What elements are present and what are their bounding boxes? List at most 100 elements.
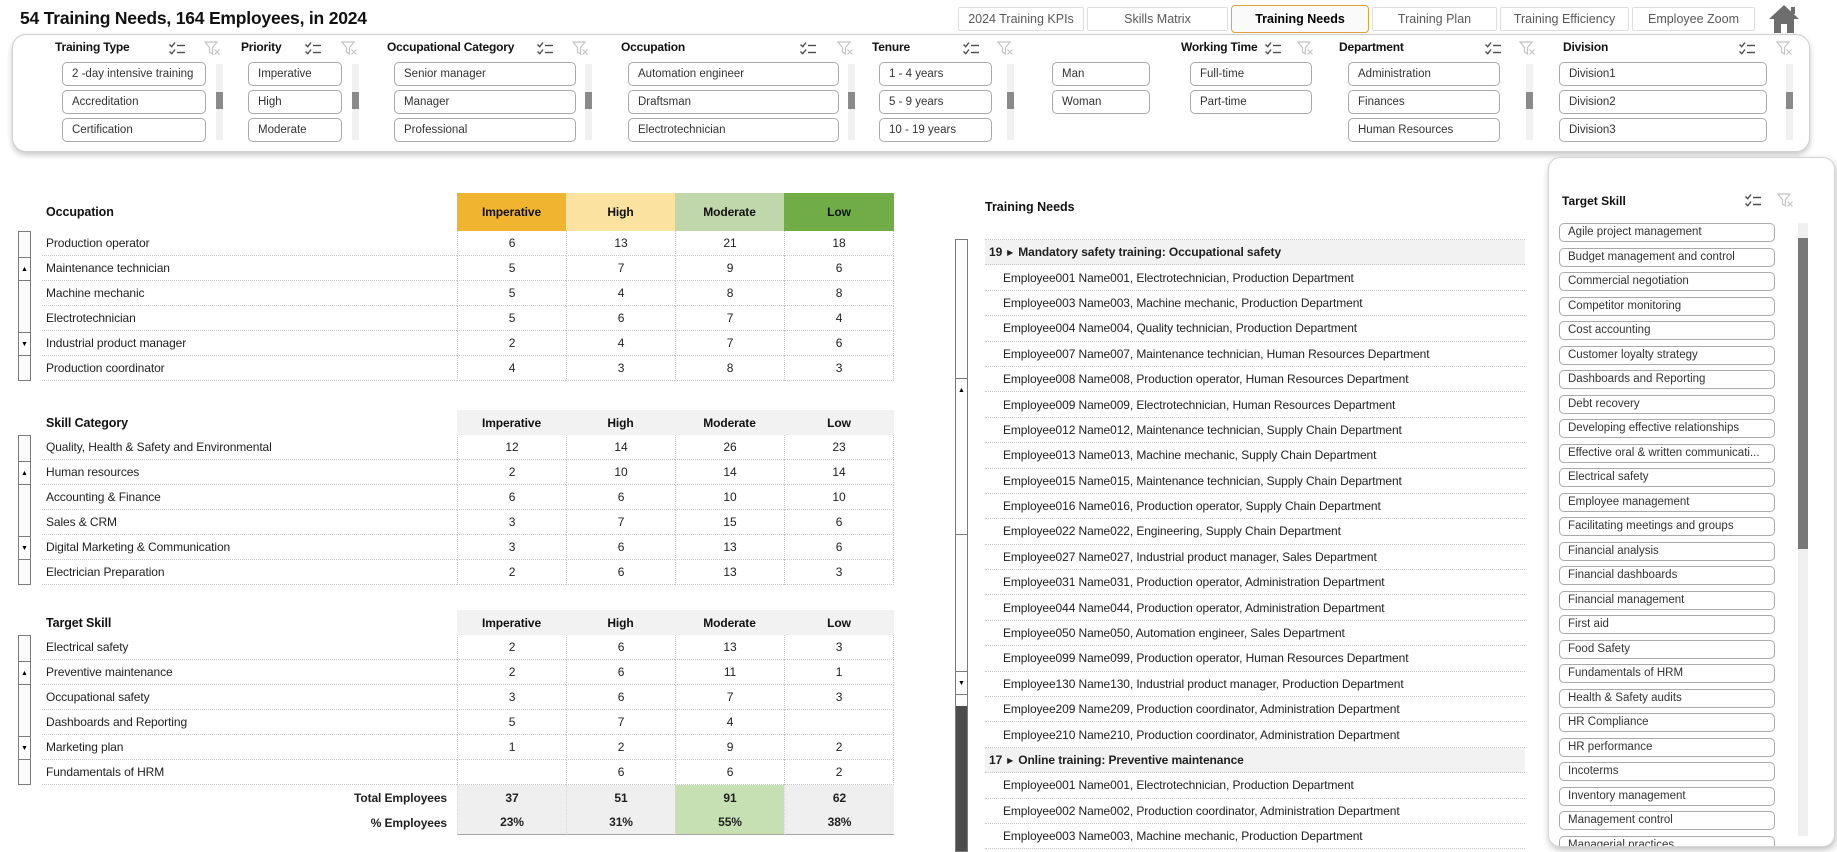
target-skill-item[interactable]: Cost accounting	[1559, 321, 1775, 340]
clear-filter-icon[interactable]	[996, 41, 1015, 57]
slicer-item-occupational-category[interactable]: Professional	[394, 118, 576, 142]
target-skill-item[interactable]: First aid	[1559, 615, 1775, 634]
multi-select-icon[interactable]	[536, 41, 554, 57]
target-skill-item[interactable]: HR performance	[1559, 737, 1775, 757]
employee-row[interactable]: Employee044 Name044, Production operator…	[985, 595, 1525, 621]
scroll-down-button[interactable]: ▼	[19, 332, 30, 356]
employee-row[interactable]: Employee130 Name130, Industrial product …	[985, 672, 1525, 698]
target-skill-scrollbar[interactable]	[1798, 223, 1808, 836]
target-skill-table-scrollbar[interactable]: ▲ ▼	[18, 635, 31, 785]
employee-row[interactable]: Employee003 Name003, Machine mechanic, P…	[985, 824, 1525, 850]
tab-training-needs[interactable]: Training Needs	[1231, 5, 1369, 33]
multi-select-icon[interactable]	[168, 41, 186, 57]
target-skill-item[interactable]: Debt recovery	[1559, 394, 1775, 414]
employee-row[interactable]: Employee022 Name022, Engineering, Supply…	[985, 519, 1525, 545]
scroll-up-button[interactable]: ▲	[19, 461, 30, 485]
slicer-item-priority[interactable]: High	[248, 90, 342, 114]
employee-row[interactable]: Employee008 Name008, Production operator…	[985, 367, 1525, 393]
training-group-header[interactable]: 17 ▶ Online training: Preventive maintenan…	[985, 747, 1525, 774]
slicer-item-division[interactable]: Division2	[1559, 90, 1767, 114]
slicer-item-gender[interactable]: Woman	[1052, 90, 1150, 114]
target-skill-item[interactable]: HR Compliance	[1559, 713, 1775, 732]
clear-filter-icon[interactable]	[340, 41, 359, 57]
slicer-item-tenure[interactable]: 1 - 4 years	[879, 62, 992, 86]
employee-row[interactable]: Employee002 Name002, Production coordina…	[985, 799, 1525, 824]
employee-row[interactable]: Employee009 Name009, Electrotechnician, …	[985, 392, 1525, 418]
slicer-item-occupation[interactable]: Electrotechnician	[628, 118, 839, 142]
target-skill-item[interactable]: Developing effective relationships	[1559, 419, 1775, 438]
employee-row[interactable]: Employee210 Name210, Production coordina…	[985, 722, 1525, 748]
scrollbar-thumb[interactable]	[1007, 92, 1014, 109]
scrollbar-thumb[interactable]	[585, 92, 592, 109]
employee-row[interactable]: Employee007 Name007, Maintenance technic…	[985, 342, 1525, 367]
employee-row[interactable]: Employee209 Name209, Production coordina…	[985, 697, 1525, 723]
clear-filter-icon[interactable]	[571, 41, 590, 57]
slicer-item-priority[interactable]: Moderate	[248, 118, 342, 142]
employee-row[interactable]: Employee016 Name016, Production operator…	[985, 494, 1525, 520]
target-skill-item[interactable]: Health & Safety audits	[1559, 688, 1775, 708]
slicer-item-occupational-category[interactable]: Manager	[394, 90, 576, 114]
multi-select-icon[interactable]	[304, 41, 322, 57]
slicer-item-department[interactable]: Human Resources	[1348, 118, 1500, 142]
slicer-item-working-time[interactable]: Full-time	[1190, 62, 1312, 86]
scroll-down-button[interactable]: ▼	[956, 671, 967, 695]
slicer-scrollbar[interactable]	[352, 64, 359, 140]
employee-row[interactable]: Employee012 Name012, Maintenance technic…	[985, 418, 1525, 444]
scroll-down-button[interactable]: ▼	[19, 536, 30, 560]
multi-select-icon[interactable]	[1738, 41, 1756, 57]
target-skill-item[interactable]: Employee management	[1559, 492, 1775, 512]
clear-filter-icon[interactable]	[1296, 41, 1315, 57]
slicer-item-occupation[interactable]: Draftsman	[628, 90, 839, 114]
slicer-item-division[interactable]: Division1	[1559, 62, 1767, 86]
slicer-item-training-type[interactable]: 2 -day intensive training	[62, 62, 206, 86]
target-skill-item[interactable]: Fundamentals of HRM	[1559, 664, 1775, 683]
target-skill-item[interactable]: Customer loyalty strategy	[1559, 345, 1775, 365]
employee-row[interactable]: Employee001 Name001, Electrotechnician, …	[985, 265, 1525, 291]
employee-row[interactable]: Employee013 Name013, Machine mechanic, S…	[985, 443, 1525, 469]
slicer-item-training-type[interactable]: Accreditation	[62, 90, 206, 114]
target-skill-item[interactable]: Food Safety	[1559, 639, 1775, 659]
employee-row[interactable]: Employee015 Name015, Maintenance technic…	[985, 469, 1525, 494]
slicer-item-priority[interactable]: Imperative	[248, 62, 342, 86]
slicer-scrollbar[interactable]	[1526, 64, 1533, 140]
employee-row[interactable]: Employee050 Name050, Automation engineer…	[985, 621, 1525, 647]
target-skill-item[interactable]: Inventory management	[1559, 786, 1775, 806]
employee-row[interactable]: Employee003 Name003, Machine mechanic, P…	[985, 291, 1525, 317]
target-skill-item[interactable]: Dashboards and Reporting	[1559, 370, 1775, 389]
multi-select-icon[interactable]	[1264, 41, 1282, 57]
target-skill-item[interactable]: Financial dashboards	[1559, 566, 1775, 585]
slicer-item-tenure[interactable]: 5 - 9 years	[879, 90, 992, 114]
multi-select-icon[interactable]	[962, 41, 980, 57]
target-skill-item[interactable]: Effective oral & written communicati...	[1559, 443, 1775, 463]
tab-2024-training-kpis[interactable]: 2024 Training KPIs	[958, 7, 1084, 31]
clear-filter-icon[interactable]	[1776, 193, 1795, 209]
scrollbar-thumb[interactable]	[1798, 238, 1808, 549]
target-skill-item[interactable]: Management control	[1559, 811, 1775, 830]
clear-filter-icon[interactable]	[836, 41, 855, 57]
slicer-scrollbar[interactable]	[1786, 64, 1793, 140]
target-skill-item[interactable]: Commercial negotiation	[1559, 272, 1775, 291]
scroll-up-button[interactable]: ▲	[19, 661, 30, 685]
scrollbar-thumb[interactable]	[1786, 92, 1793, 109]
multi-select-icon[interactable]	[799, 41, 817, 57]
scrollbar-thumb[interactable]	[352, 92, 359, 109]
scroll-down-button[interactable]: ▼	[19, 736, 30, 760]
employee-row[interactable]: Employee031 Name031, Production operator…	[985, 570, 1525, 596]
multi-select-icon[interactable]	[1484, 41, 1502, 57]
employee-row[interactable]: Employee004 Name004, Quality technician,…	[985, 316, 1525, 342]
slicer-item-occupation[interactable]: Automation engineer	[628, 62, 839, 86]
tab-employee-zoom[interactable]: Employee Zoom	[1632, 7, 1755, 31]
slicer-scrollbar[interactable]	[1007, 64, 1014, 140]
target-skill-item[interactable]: Facilitating meetings and groups	[1559, 517, 1775, 536]
tab-training-efficiency[interactable]: Training Efficiency	[1500, 7, 1629, 31]
clear-filter-icon[interactable]	[1775, 41, 1794, 57]
employee-row[interactable]: Employee027 Name027, Industrial product …	[985, 545, 1525, 571]
slicer-item-gender[interactable]: Man	[1052, 62, 1150, 86]
target-skill-item[interactable]: Agile project management	[1559, 223, 1775, 242]
slicer-item-division[interactable]: Division3	[1559, 118, 1767, 142]
target-skill-item[interactable]: Budget management and control	[1559, 247, 1775, 267]
target-skill-item[interactable]: Incoterms	[1559, 762, 1775, 781]
clear-filter-icon[interactable]	[203, 41, 222, 57]
target-skill-item[interactable]: Managerial practices	[1559, 835, 1775, 846]
employee-row[interactable]: Employee099 Name099, Production operator…	[985, 646, 1525, 672]
